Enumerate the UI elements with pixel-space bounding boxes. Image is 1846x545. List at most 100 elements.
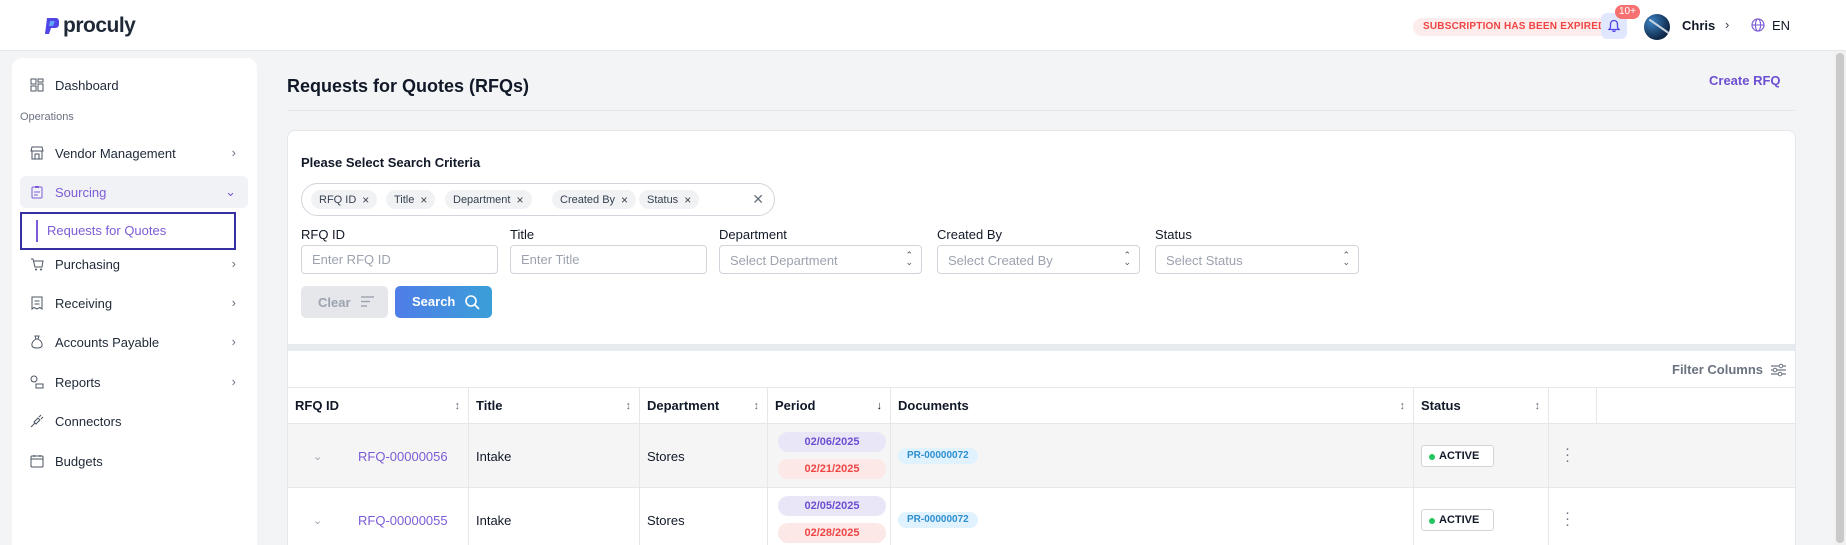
chevron-right-icon[interactable]: › — [1725, 17, 1729, 32]
rfq-id-label: RFQ ID — [301, 227, 346, 242]
cell-documents: PR-00000072 — [891, 488, 1414, 545]
rfq-card: Please Select Search Criteria RFQ ID × T… — [287, 130, 1796, 545]
scrollbar[interactable] — [1834, 51, 1846, 545]
sidebar-item-dashboard[interactable]: Dashboard — [20, 69, 248, 101]
close-icon[interactable]: × — [684, 193, 691, 207]
column-header-department[interactable]: Department ↕ — [640, 388, 768, 424]
criteria-chip[interactable]: RFQ ID × — [311, 190, 378, 209]
avatar[interactable] — [1644, 14, 1670, 40]
sidebar-item-sourcing[interactable]: Sourcing ⌄ — [20, 176, 248, 208]
document-link[interactable]: PR-00000072 — [898, 512, 978, 528]
clipboard-icon — [31, 186, 43, 199]
department-select[interactable]: Select Department ⌃ ⌄ — [719, 245, 922, 274]
chevron-right-icon: › — [231, 295, 236, 310]
chip-label: Department — [453, 193, 511, 206]
divider — [287, 110, 1795, 111]
sidebar-item-reports[interactable]: Reports › — [20, 366, 248, 398]
chevron-down-icon[interactable]: ⌄ — [313, 514, 322, 527]
cell-period: 02/05/2025 02/28/2025 — [768, 488, 891, 545]
bell-icon — [1607, 19, 1621, 33]
status-value: ACTIVE — [1439, 514, 1480, 526]
created-by-label: Created By — [937, 227, 1003, 242]
sidebar-item-accounts-payable[interactable]: Accounts Payable › — [20, 326, 248, 358]
globe-icon[interactable] — [1751, 18, 1765, 35]
close-icon[interactable]: × — [621, 193, 628, 207]
status-dot — [1429, 518, 1435, 524]
created-by-select[interactable]: Select Created By ⌃ ⌄ — [937, 245, 1140, 274]
sidebar-item-label: Accounts Payable — [55, 334, 160, 350]
subscription-expired-badge[interactable]: SUBSCRIPTION HAS BEEN EXPIRED — [1413, 18, 1616, 36]
criteria-chip[interactable]: Department × — [445, 190, 532, 209]
search-button-label: Search — [412, 294, 456, 309]
chevron-down-icon[interactable]: ⌄ — [313, 450, 322, 463]
chip-label: Created By — [560, 193, 616, 206]
chevron-right-icon: › — [231, 145, 236, 160]
create-rfq-button[interactable]: Create RFQ — [1709, 73, 1781, 88]
column-header-label: Period — [775, 398, 816, 413]
sidebar-subitem-requests-for-quotes[interactable]: Requests for Quotes — [20, 212, 236, 250]
clear-all-icon[interactable]: ✕ — [752, 191, 764, 208]
rfq-id-input[interactable] — [301, 245, 498, 274]
sidebar-item-budgets[interactable]: Budgets — [20, 445, 248, 477]
sidebar-subitem-label: Requests for Quotes — [47, 223, 167, 238]
sort-icon[interactable]: ↕ — [1400, 388, 1406, 424]
close-icon[interactable]: × — [420, 193, 427, 207]
chip-label: Title — [394, 193, 415, 206]
table-row[interactable]: ⌄ RFQ-00000055 Intake Stores 02/05/2025 … — [288, 488, 1795, 545]
column-header-period[interactable]: Period ↓ — [768, 388, 891, 424]
sliders-icon — [1771, 363, 1787, 376]
document-link[interactable]: PR-00000072 — [898, 448, 978, 464]
close-icon[interactable]: × — [516, 193, 523, 207]
column-header-documents[interactable]: Documents ↕ — [891, 388, 1414, 424]
status-select[interactable]: Select Status ⌃ ⌄ — [1155, 245, 1359, 274]
language-selector[interactable]: EN — [1772, 18, 1790, 33]
sidebar-item-vendor-management[interactable]: Vendor Management › — [20, 137, 248, 169]
sort-icon[interactable]: ↕ — [455, 388, 461, 424]
status-dot — [1429, 454, 1435, 460]
created-by-placeholder: Select Created By — [948, 253, 1053, 268]
filter-columns-button[interactable]: Filter Columns — [1672, 362, 1787, 377]
cell-actions: · · · — [1549, 488, 1597, 545]
more-vertical-icon[interactable]: · · · — [1565, 441, 1570, 468]
sort-icon[interactable]: ↕ — [754, 388, 760, 424]
arrow-down-icon[interactable]: ↓ — [877, 388, 883, 424]
column-header-label: Title — [476, 398, 503, 413]
period-start-date: 02/05/2025 — [778, 496, 886, 516]
sort-icon[interactable]: ↕ — [626, 388, 632, 424]
sidebar-item-purchasing[interactable]: Purchasing › — [20, 248, 248, 280]
user-name[interactable]: Chris — [1682, 18, 1715, 33]
cell-department: Stores — [640, 424, 768, 488]
more-vertical-icon[interactable]: · · · — [1565, 505, 1570, 532]
dashboard-icon — [30, 78, 44, 92]
status-value: ACTIVE — [1439, 450, 1480, 462]
table-row[interactable]: ⌄ RFQ-00000056 Intake Stores 02/06/2025 … — [288, 424, 1795, 488]
brand-logo[interactable]: proculy — [44, 14, 136, 38]
cell-rfq-id: ⌄ RFQ-00000056 — [288, 424, 469, 488]
search-button[interactable]: Search — [395, 286, 492, 318]
sidebar-item-receiving[interactable]: Receiving › — [20, 287, 248, 319]
scrollbar-thumb[interactable] — [1836, 53, 1844, 543]
title-input[interactable] — [510, 245, 707, 274]
criteria-chip[interactable]: Title × — [386, 190, 436, 209]
cart-icon — [31, 258, 44, 271]
column-header-rfq-id[interactable]: RFQ ID ↕ — [288, 388, 469, 424]
notifications-button[interactable]: 10+ — [1601, 5, 1640, 39]
cell-documents: PR-00000072 — [891, 424, 1414, 488]
column-header-status[interactable]: Status ↕ — [1414, 388, 1549, 424]
clear-button[interactable]: Clear — [301, 286, 388, 318]
reports-icon — [30, 375, 44, 389]
section-divider — [288, 344, 1795, 351]
criteria-chip[interactable]: Created By × — [552, 190, 637, 209]
rfq-id-link[interactable]: RFQ-00000055 — [358, 513, 448, 528]
criteria-chip[interactable]: Status × — [639, 190, 700, 209]
column-header-label: Status — [1421, 398, 1461, 413]
title-value: Intake — [476, 513, 512, 528]
criteria-chip-input[interactable]: RFQ ID × Title × Department × Created By… — [301, 183, 775, 216]
close-icon[interactable]: × — [362, 193, 369, 207]
sort-icon[interactable]: ↕ — [1535, 388, 1541, 424]
sidebar-item-label: Purchasing — [55, 256, 121, 272]
column-header-title[interactable]: Title ↕ — [469, 388, 640, 424]
sidebar-item-connectors[interactable]: Connectors — [20, 405, 248, 437]
sort-arrows-icon: ⌃ ⌄ — [1342, 250, 1350, 267]
rfq-id-link[interactable]: RFQ-00000056 — [358, 449, 448, 464]
